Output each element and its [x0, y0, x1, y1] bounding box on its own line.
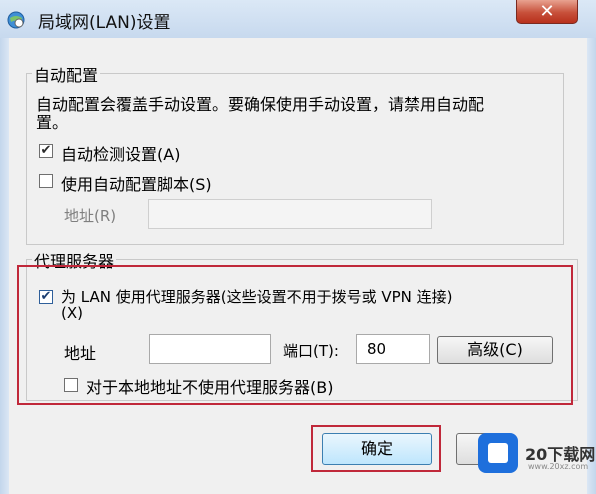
use-script-checkbox[interactable] [39, 174, 53, 188]
window-title: 局域网(LAN)设置 [38, 13, 171, 33]
proxy-address-label: 地址 [64, 344, 97, 363]
use-proxy-label-line1: 为 LAN 使用代理服务器(这些设置不用于拨号或 VPN 连接) [61, 288, 453, 306]
window-frame-right [587, 38, 596, 494]
port-label: 端口(T): [283, 342, 339, 360]
title-bar: 局域网(LAN)设置 [0, 0, 596, 38]
checkmark-icon: ✔ [40, 289, 52, 304]
close-icon: ✕ [539, 1, 555, 22]
window-frame-left [0, 38, 9, 494]
use-proxy-checkbox[interactable]: ✔ [39, 290, 53, 304]
use-script-label: 使用自动配置脚本(S) [61, 175, 212, 194]
close-button[interactable]: ✕ [516, 0, 578, 24]
bypass-local-label: 对于本地地址不使用代理服务器(B) [86, 378, 334, 397]
script-address-input[interactable] [148, 199, 432, 229]
auto-config-legend: 自动配置 [32, 62, 101, 86]
watermark-url: www.20xz.com [528, 462, 589, 471]
auto-detect-label: 自动检测设置(A) [61, 145, 181, 164]
ok-button[interactable]: 确定 [322, 433, 432, 465]
advanced-button[interactable]: 高级(C) [437, 336, 553, 364]
bypass-local-checkbox[interactable] [64, 378, 78, 392]
watermark-logo-icon [478, 433, 518, 473]
checkmark-icon: ✔ [40, 143, 52, 158]
auto-config-description-line2: 置。 [36, 113, 69, 132]
use-proxy-label-line2: (X) [61, 304, 83, 322]
script-address-label: 地址(R) [64, 207, 117, 225]
auto-detect-checkbox[interactable]: ✔ [39, 144, 53, 158]
proxy-address-input[interactable] [149, 334, 271, 364]
internet-options-icon [7, 11, 25, 29]
port-input[interactable]: 80 [356, 334, 430, 364]
auto-config-description-line1: 自动配置会覆盖手动设置。要确保使用手动设置，请禁用自动配 [36, 95, 485, 114]
